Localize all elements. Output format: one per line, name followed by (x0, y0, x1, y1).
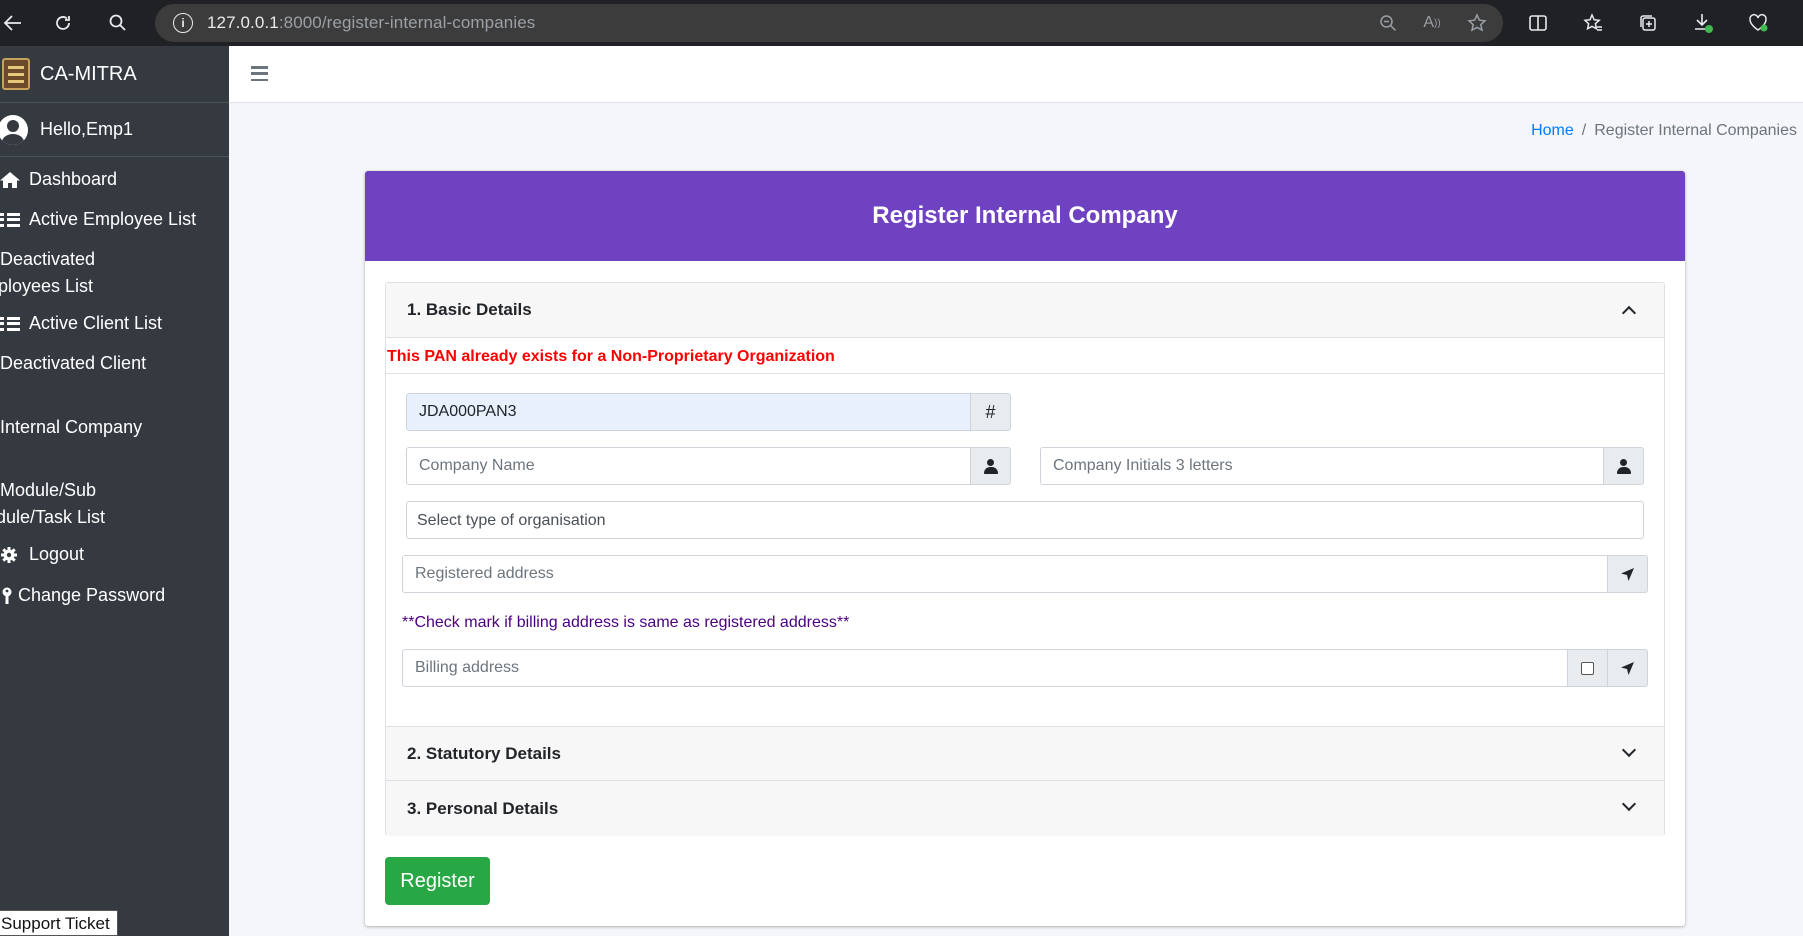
sidebar-item-module-list[interactable]: Module/Sub Module/Task List (0, 473, 229, 537)
user-panel[interactable]: Hello,Emp1 (0, 103, 229, 157)
register-button[interactable]: Register (385, 857, 490, 905)
location-arrow-icon[interactable] (1608, 649, 1648, 687)
browser-toolbar: i 127.0.0.1:8000/register-internal-compa… (0, 0, 1803, 46)
sidebar-item-internal-company-list[interactable]: Internal Company List (0, 410, 229, 473)
chevron-up-icon (1621, 305, 1637, 321)
sidebar-item-active-employee-list[interactable]: Active Employee List (0, 202, 229, 242)
section-personal-details-header[interactable]: 3. Personal Details (386, 781, 1664, 836)
home-icon (0, 166, 29, 193)
sidebar: CA-MITRA Hello,Emp1 Dashboard Active Emp… (0, 46, 229, 936)
breadcrumb: Home / Register Internal Companies (1531, 122, 1797, 140)
same-address-checkbox-addon (1568, 649, 1608, 687)
reload-icon[interactable] (48, 8, 78, 38)
section-statutory-details-header[interactable]: 2. Statutory Details (386, 726, 1664, 781)
section-basic-details-header[interactable]: 1. Basic Details (386, 283, 1664, 338)
org-type-group: Select type of organisation (406, 501, 1644, 539)
registered-address-group (402, 555, 1648, 593)
section-statutory-details-title: 2. Statutory Details (407, 743, 561, 763)
chevron-down-icon (1621, 742, 1637, 758)
breadcrumb-current: Register Internal Companies (1594, 122, 1797, 139)
address-bar[interactable]: i 127.0.0.1:8000/register-internal-compa… (155, 4, 1503, 42)
card-title: Register Internal Company (872, 202, 1178, 229)
user-icon (971, 447, 1011, 485)
brand-logo (2, 58, 30, 90)
same-address-checkbox[interactable] (1581, 661, 1594, 675)
company-initials-input[interactable] (1040, 447, 1604, 485)
pan-input[interactable] (406, 393, 971, 431)
billing-address-input[interactable] (402, 649, 1568, 687)
list-icon (0, 206, 29, 233)
sidebar-item-deactivated-client-list[interactable]: Deactivated Client List (0, 346, 229, 410)
zoom-out-icon[interactable] (1373, 8, 1403, 38)
split-screen-icon[interactable] (1523, 8, 1553, 38)
registered-address-input[interactable] (402, 555, 1608, 593)
breadcrumb-separator: / (1581, 122, 1587, 139)
billing-address-group (402, 649, 1648, 687)
user-avatar-icon (0, 114, 28, 145)
search-icon[interactable] (103, 8, 133, 38)
org-type-select[interactable]: Select type of organisation (406, 501, 1644, 539)
section-basic-details-title: 1. Basic Details (407, 300, 532, 319)
list-icon (0, 310, 29, 337)
back-icon[interactable] (0, 8, 28, 38)
menu-toggle-icon[interactable] (251, 66, 268, 81)
section-personal-details-title: 3. Personal Details (407, 798, 559, 818)
brand-link[interactable]: CA-MITRA (0, 46, 229, 103)
sidebar-item-deactivated-employees-list[interactable]: Deactivated Employees List (0, 242, 229, 306)
pan-input-group: # (406, 393, 1011, 431)
hash-icon: # (971, 393, 1011, 431)
company-initials-group (1040, 447, 1644, 485)
url-text[interactable]: 127.0.0.1:8000/register-internal-compani… (207, 13, 535, 33)
location-arrow-icon[interactable] (1608, 555, 1648, 593)
card-header: Register Internal Company (365, 171, 1685, 261)
billing-same-note: **Check mark if billing address is same … (402, 614, 850, 631)
downloads-icon[interactable] (1688, 8, 1718, 38)
sidebar-nav: Dashboard Active Employee List Deactivat… (0, 157, 229, 618)
breadcrumb-home-link[interactable]: Home (1531, 122, 1574, 140)
sidebar-item-logout[interactable]: Logout (0, 537, 229, 578)
read-aloud-icon[interactable]: A)) (1417, 8, 1447, 38)
user-icon (1604, 447, 1644, 485)
sidebar-item-active-client-list[interactable]: Active Client List (0, 306, 229, 346)
brand-name: CA-MITRA (40, 62, 137, 85)
chevron-down-icon (1621, 796, 1637, 812)
collections-icon[interactable] (1633, 8, 1663, 38)
company-name-group (406, 447, 1011, 485)
sidebar-item-change-password[interactable]: Change Password (0, 578, 229, 618)
pan-error-message: This PAN already exists for a Non-Propri… (386, 339, 1664, 374)
register-company-card: Register Internal Company 1. Basic Detai… (365, 171, 1685, 926)
favorite-star-icon[interactable] (1462, 8, 1492, 38)
support-ticket-button[interactable]: Support Ticket (0, 910, 118, 936)
browser-essentials-icon[interactable] (1743, 8, 1773, 38)
user-greeting: Hello,Emp1 (40, 119, 134, 139)
favorites-icon[interactable] (1578, 8, 1608, 38)
site-info-icon[interactable]: i (173, 13, 193, 33)
accordion: 1. Basic Details This PAN already exists… (385, 282, 1665, 836)
company-name-input[interactable] (406, 447, 971, 485)
sidebar-item-dashboard[interactable]: Dashboard (0, 162, 229, 202)
top-navbar (229, 46, 1803, 103)
gear-icon (0, 541, 29, 568)
key-icon (0, 582, 18, 609)
